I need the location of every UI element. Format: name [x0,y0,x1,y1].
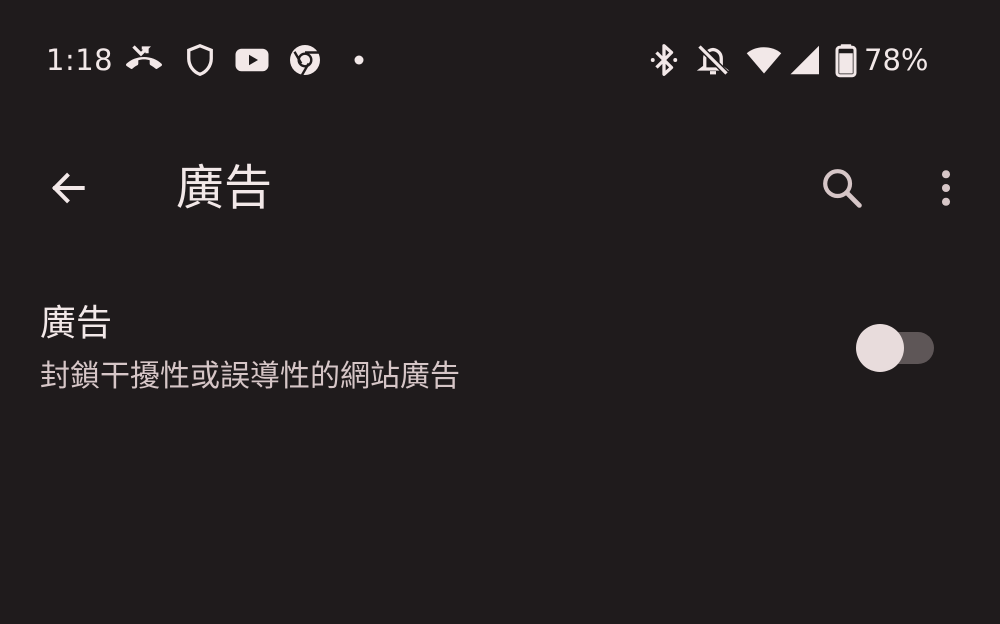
setting-summary: 封鎖干擾性或誤導性的網站廣告 [40,359,460,394]
missed-call-icon [126,42,162,78]
shield-icon [182,42,218,78]
more-vert-icon [941,170,951,206]
bluetooth-icon [646,42,682,78]
search-button[interactable] [812,158,872,218]
setting-title: 廣告 [40,303,113,344]
ads-toggle-switch[interactable] [856,324,936,372]
wifi-icon [746,42,782,78]
search-icon [823,169,862,208]
toggle-thumb [856,324,904,372]
status-clock: 1:18 [46,43,114,77]
signal-icon [786,42,822,78]
page-title: 廣告 [176,160,273,216]
screen: 1:18 78% 廣告 廣告 封鎖干擾性或誤導性的網站廣告 [0,0,1000,624]
ads-setting-row[interactable]: 廣告 封鎖干擾性或誤導性的網站廣告 [0,290,1000,410]
chrome-icon [287,42,323,78]
arrow-back-icon [51,172,85,204]
youtube-icon [234,42,270,78]
status-bar: 1:18 78% [0,0,1000,120]
notifications-off-icon [695,42,731,78]
battery-icon [828,42,864,78]
app-bar: 廣告 [0,140,1000,236]
more-options-button[interactable] [916,158,976,218]
back-button[interactable] [38,158,98,218]
notification-dot-icon [341,42,377,78]
battery-percent: 78% [864,43,929,77]
